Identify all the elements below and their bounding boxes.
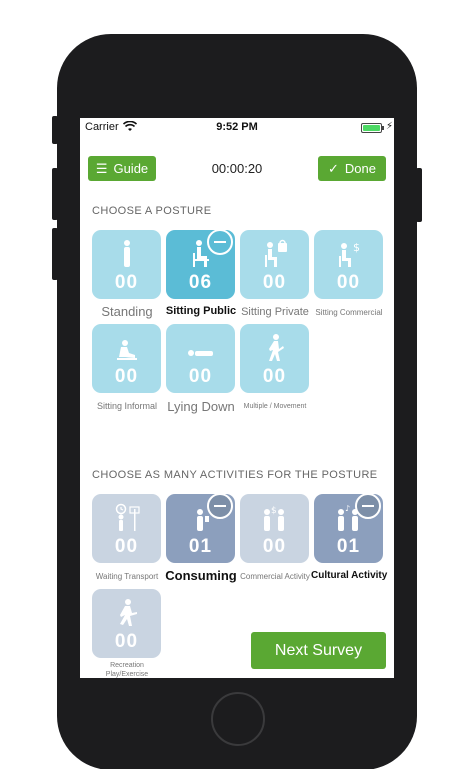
activity-count: 00	[114, 631, 139, 652]
posture-label: Standing	[101, 304, 153, 319]
posture-label: Sitting Commercial	[315, 308, 383, 317]
posture-count: 00	[336, 272, 361, 293]
status-bar: Carrier 9:52 PM ⚡	[80, 118, 394, 138]
activity-count: 01	[188, 536, 213, 557]
posture-count: 00	[262, 272, 287, 293]
check-icon: ✓	[328, 160, 339, 176]
decrement-icon[interactable]	[355, 493, 381, 519]
standing-person-icon	[92, 239, 161, 274]
lying-down-icon	[166, 333, 235, 368]
posture-label: Sitting Informal	[96, 401, 158, 411]
sitting-commercial-icon: $	[314, 239, 383, 274]
posture-label: Lying Down	[167, 399, 235, 414]
activity-label: Consuming	[165, 568, 237, 583]
app-screen: Carrier 9:52 PM ⚡ ☰ Guide 00:00:20 ✓ Don…	[80, 118, 394, 678]
decrement-icon[interactable]	[207, 493, 233, 519]
home-button[interactable]	[211, 692, 265, 746]
svg-text:$: $	[353, 241, 360, 254]
volume-up-button	[52, 168, 58, 220]
next-survey-button[interactable]: Next Survey	[251, 632, 386, 669]
posture-count: 00	[114, 366, 139, 387]
mute-switch	[52, 116, 58, 144]
done-button-label: Done	[344, 161, 376, 176]
activity-label: Commercial Activity	[240, 572, 310, 581]
svg-text:$: $	[271, 506, 277, 516]
posture-tile-sitting-private[interactable]: 00	[240, 230, 309, 299]
activity-tile-recreation[interactable]: 00	[92, 589, 161, 658]
activity-label: Recreation	[110, 662, 144, 669]
sitting-informal-icon	[92, 333, 161, 368]
activity-count: 00	[114, 536, 139, 557]
charging-icon: ⚡	[386, 121, 394, 132]
posture-label: Sitting Private	[241, 306, 309, 318]
activity-label: Cultural Activity	[311, 570, 388, 581]
posture-tile-sitting-informal[interactable]: 00	[92, 324, 161, 393]
sitting-private-icon	[240, 239, 309, 274]
activity-tile-waiting-transport[interactable]: 00	[92, 494, 161, 563]
posture-tile-lying-down[interactable]: 00	[166, 324, 235, 393]
posture-count: 06	[188, 272, 213, 293]
posture-tile-sitting-commercial[interactable]: $ 00	[314, 230, 383, 299]
activity-label: Waiting Transport	[95, 572, 159, 581]
posture-label: Sitting Public	[165, 305, 237, 317]
battery-icon	[361, 123, 382, 133]
power-button	[416, 168, 422, 222]
posture-tile-standing[interactable]: 00	[92, 230, 161, 299]
decrement-icon[interactable]	[207, 229, 233, 255]
done-button[interactable]: ✓ Done	[318, 156, 386, 181]
activity-tile-commercial-activity[interactable]: $ 00	[240, 494, 309, 563]
posture-count: 00	[114, 272, 139, 293]
posture-tile-multiple-movement[interactable]: 00	[240, 324, 309, 393]
commercial-activity-icon: $	[240, 503, 309, 538]
battery-tip	[382, 126, 384, 130]
posture-section-title: CHOOSE A POSTURE	[92, 205, 212, 217]
bus-stop-icon	[92, 503, 161, 538]
volume-down-button	[52, 228, 58, 280]
svg-text:♪: ♪	[345, 504, 350, 513]
activity-count: 01	[336, 536, 361, 557]
posture-count: 00	[188, 366, 213, 387]
posture-count: 00	[262, 366, 287, 387]
walking-person-icon	[240, 333, 309, 368]
activity-label-line2: Play/Exercise	[105, 671, 149, 678]
activity-count: 00	[262, 536, 287, 557]
posture-label: Multiple / Movement	[243, 403, 307, 410]
clock: 9:52 PM	[216, 121, 258, 133]
running-person-icon	[92, 598, 161, 633]
activity-section-title: CHOOSE AS MANY ACTIVITIES FOR THE POSTUR…	[92, 469, 378, 481]
